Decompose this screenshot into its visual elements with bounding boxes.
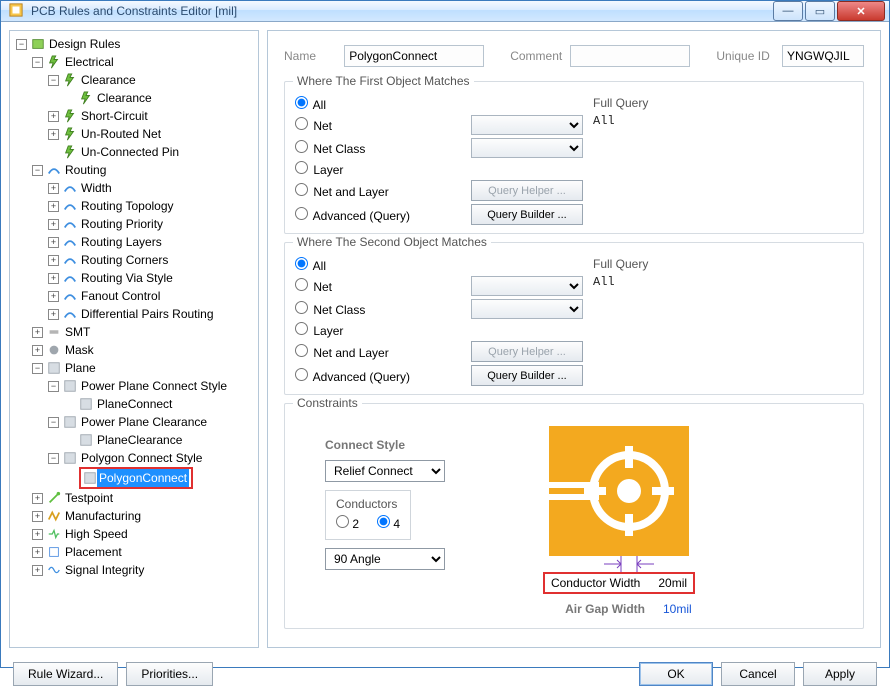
m2-netlayer[interactable]: Net and Layer [295, 344, 389, 360]
uid-label: Unique ID [716, 49, 776, 63]
tree-plane-connect[interactable]: PlaneConnect [62, 395, 256, 413]
m1-netclass-dd[interactable] [471, 138, 583, 158]
connect-style-select[interactable]: Relief Connect [325, 460, 445, 482]
tree-pp-clearance[interactable]: −Power Plane Clearance [46, 413, 256, 431]
first-match-group: Where The First Object Matches All Net N… [284, 81, 864, 234]
conductor-width-value[interactable]: 20mil [658, 576, 687, 590]
rules-tree-panel: −Design Rules −Electrical −Clearance Cle… [9, 30, 259, 648]
rule-wizard-button[interactable]: Rule Wizard... [13, 662, 118, 686]
m1-query-helper-button[interactable]: Query Helper ... [471, 180, 583, 201]
angle-select[interactable]: 90 Angle [325, 548, 445, 570]
conductor-width-row: Conductor Width 20mil [543, 572, 695, 594]
tree-unrouted-net[interactable]: +Un-Routed Net [46, 125, 256, 143]
tree-width[interactable]: +Width [46, 179, 256, 197]
titlebar: PCB Rules and Constraints Editor [mil] —… [1, 1, 889, 22]
tree-fanout-control[interactable]: +Fanout Control [46, 287, 256, 305]
air-gap-label: Air Gap Width [525, 602, 645, 616]
rule-editor-panel: Name Comment Unique ID Where The First O… [267, 30, 881, 648]
name-input[interactable] [344, 45, 484, 67]
width-arrows-icon [549, 556, 689, 572]
comment-label: Comment [510, 49, 564, 63]
tree-placement[interactable]: +Placement [30, 543, 256, 561]
app-icon [9, 3, 25, 19]
m2-netclass-dd[interactable] [471, 299, 583, 319]
apply-button[interactable]: Apply [803, 662, 877, 686]
m1-advanced[interactable]: Advanced (Query) [295, 207, 410, 223]
m2-all[interactable]: All [295, 257, 326, 273]
first-match-legend: Where The First Object Matches [293, 74, 474, 88]
tree-design-rules[interactable]: −Design Rules [14, 35, 256, 53]
tree-testpoint[interactable]: +Testpoint [30, 489, 256, 507]
tree-manufacturing[interactable]: +Manufacturing [30, 507, 256, 525]
m2-advanced[interactable]: Advanced (Query) [295, 368, 410, 384]
comment-input[interactable] [570, 45, 690, 67]
m1-net-dd[interactable] [471, 115, 583, 135]
tree-routing-layers[interactable]: +Routing Layers [46, 233, 256, 251]
tree-routing-topology[interactable]: +Routing Topology [46, 197, 256, 215]
maximize-button[interactable]: ▭ [805, 1, 835, 21]
dialog-footer: Rule Wizard... Priorities... OK Cancel A… [1, 656, 889, 692]
m1-full-query: All [593, 114, 853, 184]
tree-clearance[interactable]: Clearance [62, 89, 256, 107]
tree-routing-corners[interactable]: +Routing Corners [46, 251, 256, 269]
tree-routing-via-style[interactable]: +Routing Via Style [46, 269, 256, 287]
tree-routing[interactable]: −Routing [30, 161, 256, 179]
tree-plane-clearance[interactable]: PlaneClearance [62, 431, 256, 449]
tree-polygon-connect-style[interactable]: −Polygon Connect Style [46, 449, 256, 467]
rules-tree[interactable]: −Design Rules −Electrical −Clearance Cle… [12, 35, 256, 579]
m1-all[interactable]: All [295, 96, 326, 112]
ok-button[interactable]: OK [639, 662, 713, 686]
name-label: Name [284, 49, 338, 63]
connect-style-label: Connect Style [325, 438, 405, 452]
m1-full-query-label: Full Query [593, 96, 853, 110]
m1-netlayer[interactable]: Net and Layer [295, 183, 389, 199]
thermal-relief-preview [549, 426, 689, 556]
tree-electrical[interactable]: −Electrical [30, 53, 256, 71]
tree-mask[interactable]: +Mask [30, 341, 256, 359]
constraints-legend: Constraints [293, 396, 362, 410]
tree-smt[interactable]: +SMT [30, 323, 256, 341]
m2-query-helper-button[interactable]: Query Helper ... [471, 341, 583, 362]
cancel-button[interactable]: Cancel [721, 662, 795, 686]
m2-netclass[interactable]: Net Class [295, 301, 365, 317]
m1-netclass[interactable]: Net Class [295, 140, 365, 156]
m1-query-builder-button[interactable]: Query Builder ... [471, 204, 583, 225]
m2-query-builder-button[interactable]: Query Builder ... [471, 365, 583, 386]
m2-net-dd[interactable] [471, 276, 583, 296]
constraints-group: Constraints Connect Style Relief Connect… [284, 403, 864, 629]
m1-layer[interactable]: Layer [295, 161, 343, 177]
window-title: PCB Rules and Constraints Editor [mil] [31, 4, 771, 18]
tree-unconnected-pin[interactable]: Un-Connected Pin [46, 143, 256, 161]
m2-net[interactable]: Net [295, 278, 332, 294]
tree-plane[interactable]: −Plane [30, 359, 256, 377]
conductors-label: Conductors [336, 497, 400, 511]
air-gap-value[interactable]: 10mil [663, 602, 713, 616]
m1-net[interactable]: Net [295, 117, 332, 133]
tree-high-speed[interactable]: +High Speed [30, 525, 256, 543]
conductor-width-label: Conductor Width [551, 576, 640, 590]
tree-diff-pairs[interactable]: +Differential Pairs Routing [46, 305, 256, 323]
tree-short-circuit[interactable]: +Short-Circuit [46, 107, 256, 125]
tree-clearance-group[interactable]: −Clearance [46, 71, 256, 89]
tree-routing-priority[interactable]: +Routing Priority [46, 215, 256, 233]
second-match-group: Where The Second Object Matches All Net … [284, 242, 864, 395]
uid-input[interactable] [782, 45, 864, 67]
priorities-button[interactable]: Priorities... [126, 662, 213, 686]
conductors-2[interactable]: 2 [336, 515, 359, 531]
minimize-button[interactable]: — [773, 1, 803, 21]
m2-full-query: All [593, 275, 853, 345]
second-match-legend: Where The Second Object Matches [293, 235, 491, 249]
conductors-4[interactable]: 4 [377, 515, 400, 531]
close-button[interactable]: ✕ [837, 1, 885, 21]
conductors-box: Conductors 2 4 [325, 490, 411, 540]
m2-full-query-label: Full Query [593, 257, 853, 271]
tree-polygon-connect[interactable]: PolygonConnect [62, 467, 256, 489]
tree-pp-connect-style[interactable]: −Power Plane Connect Style [46, 377, 256, 395]
m2-layer[interactable]: Layer [295, 322, 343, 338]
tree-signal-integrity[interactable]: +Signal Integrity [30, 561, 256, 579]
